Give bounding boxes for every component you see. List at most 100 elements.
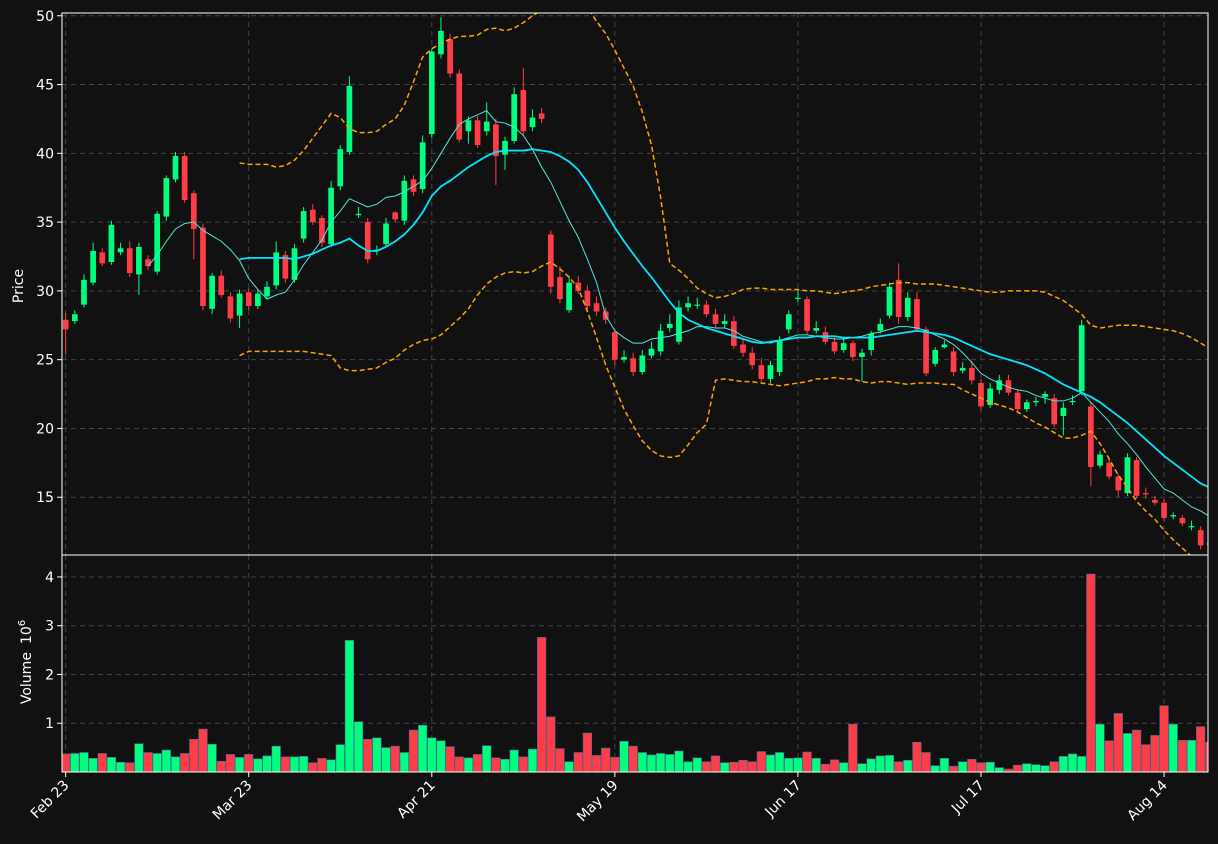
candle-body — [300, 211, 307, 239]
volume-bar — [363, 739, 373, 772]
price-tick-label: 20 — [36, 421, 54, 437]
volume-bar — [289, 756, 300, 772]
volume-bar — [509, 749, 519, 772]
volume-tick-label: 2 — [45, 667, 54, 683]
candle-body — [731, 321, 737, 346]
candle-body — [181, 156, 188, 201]
volume-bar — [674, 750, 684, 772]
volume-bar — [70, 753, 80, 772]
candle-body — [154, 213, 161, 272]
candle-body — [703, 304, 710, 315]
volume-bar — [427, 737, 437, 772]
candle-body — [749, 352, 756, 366]
volume-bar — [665, 754, 675, 772]
volume-bar — [930, 765, 940, 772]
candle-body — [621, 356, 627, 360]
volume-bar — [344, 640, 355, 772]
volume-bar — [1150, 735, 1160, 772]
candle-body — [364, 222, 371, 260]
candle-body — [666, 323, 673, 329]
stock-chart: 1520253035404550 1234 Feb 23 Mar 23 Apr 21… — [0, 0, 1218, 844]
volume-bar — [884, 755, 895, 772]
volume-bar — [152, 753, 162, 772]
volume-bar — [125, 762, 135, 772]
volume-bar — [646, 754, 657, 772]
volume-bar — [390, 745, 400, 772]
price-tick-label: 25 — [36, 353, 54, 369]
volume-bar — [1104, 740, 1114, 772]
candle-body — [831, 341, 838, 352]
candle-body — [291, 248, 298, 280]
volume-bar — [1141, 744, 1151, 772]
candle-body — [923, 329, 929, 374]
volume-bar — [445, 746, 455, 772]
volume-bar — [756, 751, 766, 772]
candle-body — [547, 234, 554, 287]
volume-bar — [784, 758, 794, 772]
volume-bar — [765, 754, 776, 772]
volume-bar — [591, 755, 602, 772]
volume-bar — [280, 756, 290, 772]
volume-bar — [1168, 723, 1178, 772]
candle-body — [428, 51, 435, 135]
volume-bar — [326, 759, 336, 772]
volume-bar — [1186, 740, 1197, 772]
volume-tick-label: 1 — [45, 716, 54, 732]
candle-body — [1152, 499, 1158, 503]
candle-body — [895, 279, 902, 318]
volume-bar — [729, 761, 739, 772]
volume-bar — [1031, 764, 1041, 772]
volume-bar — [811, 758, 821, 772]
volume-bar — [399, 752, 409, 772]
candle-body — [859, 352, 865, 357]
candle-body — [90, 250, 96, 283]
volume-bar — [683, 761, 693, 772]
volume-bar — [820, 763, 830, 772]
candle-body — [483, 121, 490, 132]
volume-bar — [802, 751, 812, 772]
candle-body — [941, 344, 948, 348]
candle-body — [309, 209, 316, 223]
candle-body — [337, 149, 344, 187]
volume-bar — [299, 756, 309, 772]
candle-body — [557, 277, 563, 300]
candle-body — [227, 296, 234, 319]
candle-body — [383, 223, 389, 245]
candle-body — [71, 314, 78, 322]
candle-body — [840, 343, 847, 351]
candle-body — [584, 290, 591, 307]
candle-body — [639, 355, 646, 373]
volume-bar — [134, 743, 144, 772]
volume-bar — [161, 749, 171, 772]
candle-body — [1060, 407, 1067, 417]
candle-body — [1197, 530, 1204, 546]
candle-body — [904, 297, 911, 318]
volume-bar — [308, 762, 318, 772]
candle-body — [209, 275, 215, 309]
volume-bar — [454, 756, 464, 772]
candle-body — [538, 113, 545, 119]
candle-body — [126, 248, 133, 273]
volume-bar — [1013, 764, 1023, 772]
candle-body — [1069, 400, 1076, 403]
candle-body — [264, 286, 270, 297]
volume-bar — [994, 767, 1004, 772]
volume-bar — [317, 758, 327, 772]
volume-axis-label: Volume 106 — [17, 620, 35, 704]
candle-body — [914, 299, 920, 330]
volume-bar — [848, 723, 858, 772]
candle-body — [172, 156, 179, 180]
volume-bar — [692, 757, 702, 772]
volume-bar — [225, 754, 236, 772]
candle-body — [969, 367, 975, 381]
volume-bar — [656, 753, 666, 772]
volume-bar — [738, 759, 748, 772]
candle-body — [776, 340, 783, 373]
candle-body — [877, 323, 884, 331]
volume-bar — [775, 752, 785, 772]
volume-bar — [335, 744, 345, 772]
candle-body — [447, 39, 453, 74]
volume-bar — [1086, 573, 1096, 772]
candle-body — [245, 292, 252, 307]
candle-body — [1051, 398, 1058, 425]
